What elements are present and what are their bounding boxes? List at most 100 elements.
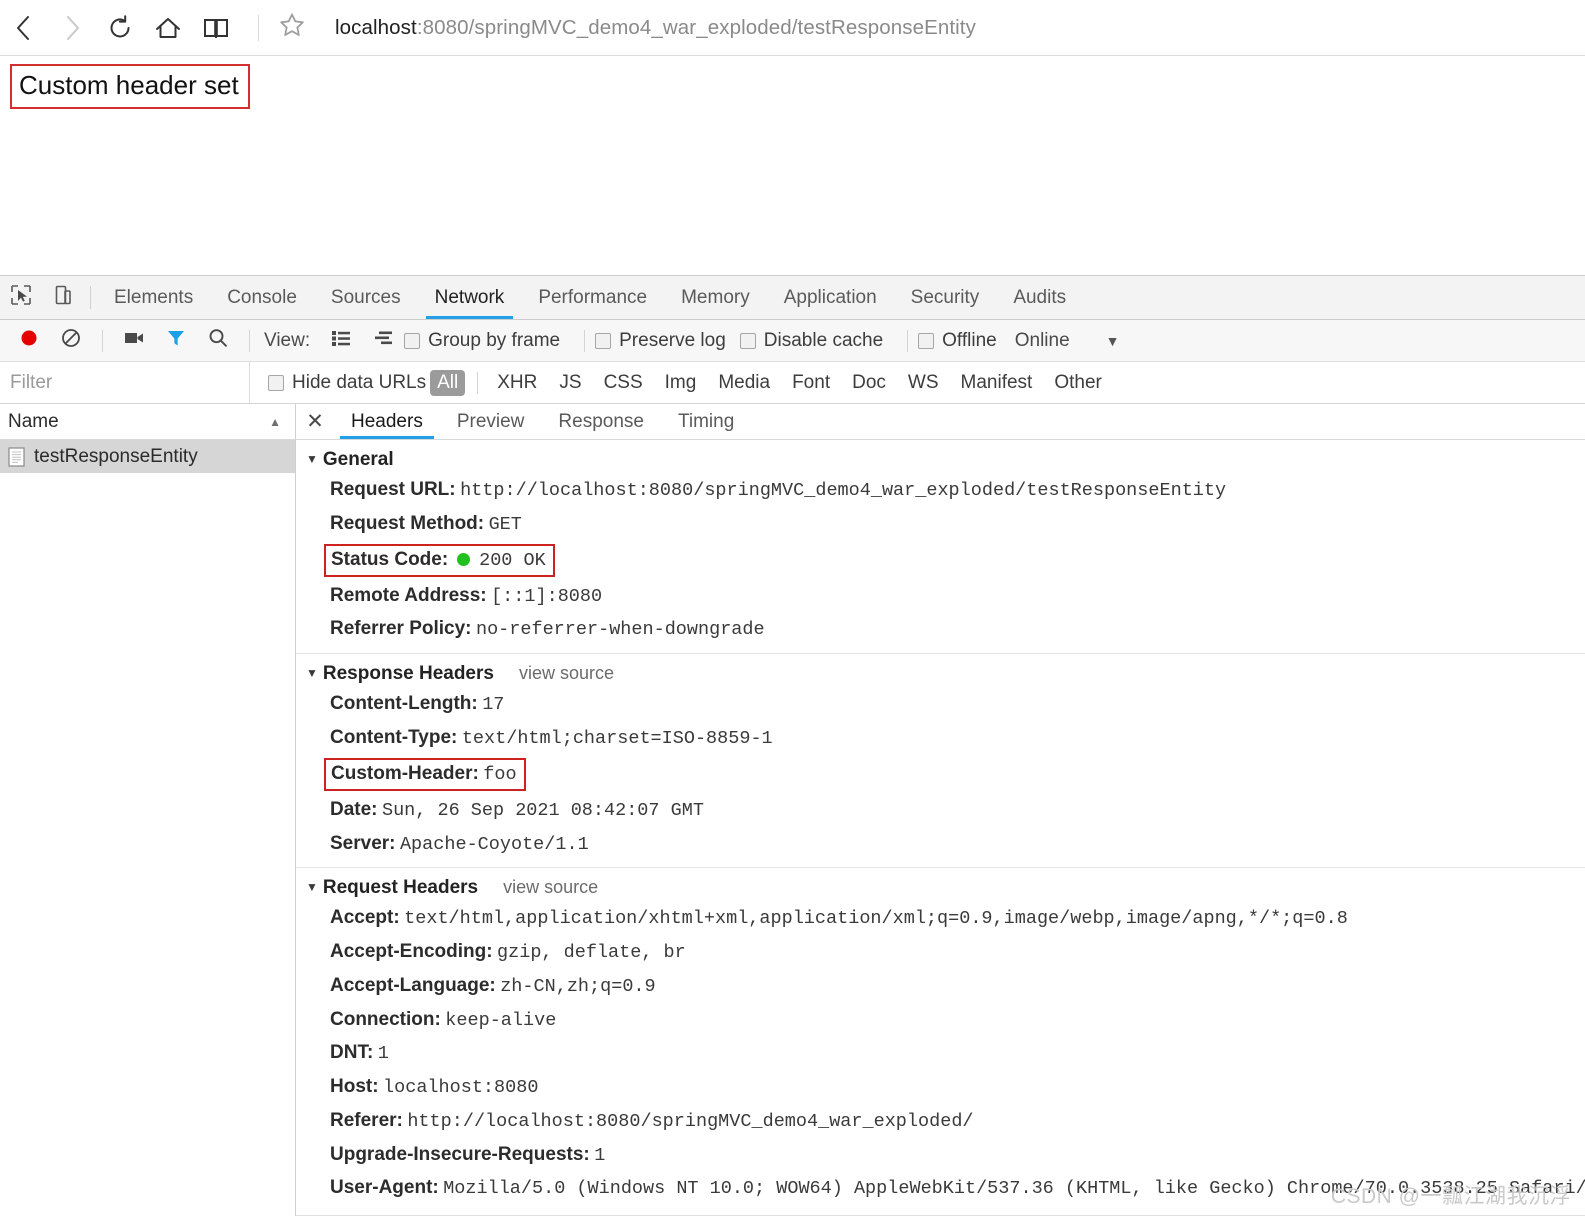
header-key: Content-Type: [330,726,458,748]
header-key: Upgrade-Insecure-Requests: [330,1143,590,1165]
header-key: Referrer Policy: [330,618,472,640]
devtools-tabstrip: Elements Console Sources Network Perform… [0,276,1585,320]
header-row: Referrer Policy: no-referrer-when-downgr… [296,615,1585,644]
type-filter-other[interactable]: Other [1047,370,1109,396]
type-filter-css[interactable]: CSS [597,370,650,396]
address-bar[interactable]: localhost:8080/springMVC_demo4_war_explo… [335,16,976,40]
tab-application[interactable]: Application [767,276,894,319]
header-value: no-referrer-when-downgrade [475,619,765,641]
view-waterfall-button[interactable] [362,320,404,362]
tab-security[interactable]: Security [894,276,997,319]
hide-data-urls-checkbox[interactable]: Hide data URLs [268,372,426,394]
header-key: Accept: [330,907,400,929]
tab-preview[interactable]: Preview [440,404,542,439]
capture-screenshots-button[interactable] [113,320,155,362]
table-row[interactable]: testResponseEntity [0,440,295,473]
view-label: View: [264,329,311,351]
header-value: Apache-Coyote/1.1 [399,833,589,855]
status-code-annotation: Status Code: 200 OK [324,543,555,577]
tab-timing[interactable]: Timing [661,404,751,439]
headers-content[interactable]: ▼ General Request URL: http://localhost:… [296,440,1585,1216]
url-path: :8080/springMVC_demo4_war_exploded/testR… [416,15,976,39]
header-key: Connection: [330,1008,441,1030]
section-header[interactable]: ▼ Request Headers view source [296,877,1585,899]
checkbox-box [404,332,421,349]
clear-button[interactable] [50,320,92,362]
header-key: Request URL: [330,479,456,500]
triangle-down-icon: ▼ [306,880,318,895]
tab-label: Security [910,286,980,308]
type-filter-doc[interactable]: Doc [845,370,893,396]
tab-audits[interactable]: Audits [996,276,1083,319]
sub-tab-label: Preview [456,410,525,432]
tab-performance[interactable]: Performance [521,276,664,319]
document-icon [8,446,25,467]
request-list-header[interactable]: Name ▲ [0,404,295,440]
section-title: Response Headers [322,663,494,685]
tab-response[interactable]: Response [541,404,661,439]
view-source-link[interactable]: view source [503,877,598,898]
online-throttle-label[interactable]: Online [1015,330,1070,352]
back-button[interactable] [0,4,48,52]
disable-cache-checkbox[interactable]: Disable cache [739,330,883,352]
tab-console[interactable]: Console [210,276,314,319]
header-row: Date: Sun, 26 Sep 2021 08:42:07 GMT [296,796,1585,825]
type-filter-ws[interactable]: WS [901,370,946,396]
type-filter-media[interactable]: Media [711,370,777,396]
type-filter-all[interactable]: All [430,369,466,396]
section-response-headers: ▼ Response Headers view source Content-L… [296,653,1585,867]
chevron-down-icon[interactable]: ▼ [1106,333,1120,349]
close-detail-button[interactable]: ✕ [296,404,334,439]
tab-memory[interactable]: Memory [664,276,767,319]
tab-headers[interactable]: Headers [334,404,440,439]
inspect-element-button[interactable] [0,276,42,319]
section-header[interactable]: ▼ Response Headers view source [296,663,1585,685]
offline-checkbox[interactable]: Offline [918,330,997,352]
header-row: Connection: keep-alive [296,1006,1585,1035]
header-value: localhost:8080 [383,1077,539,1098]
back-arrow-icon [11,13,37,43]
header-key: User-Agent: [330,1177,439,1199]
triangle-down-icon: ▼ [306,452,318,466]
reload-button[interactable] [96,4,144,52]
device-toolbar-button[interactable] [42,276,84,319]
reading-list-button[interactable] [192,4,240,52]
header-value: 1 [377,1043,389,1065]
offline-label: Offline [942,329,997,351]
tab-elements[interactable]: Elements [97,276,210,319]
home-button[interactable] [144,4,192,52]
view-list-button[interactable] [320,320,362,362]
type-filter-js[interactable]: JS [552,370,588,396]
bookmark-button[interactable] [269,5,315,51]
header-value: 200 OK [479,549,546,571]
type-filter-xhr[interactable]: XHR [490,370,544,396]
detail-tabstrip: ✕ Headers Preview Response Timing [296,404,1585,440]
section-title: Request Headers [322,877,479,899]
section-header[interactable]: ▼ General [296,449,1585,471]
header-row: Accept-Language: zh-CN,zh;q=0.9 [296,972,1585,1001]
header-value: [::1]:8080 [491,585,603,607]
header-key: Date: [330,798,378,820]
group-by-frame-checkbox[interactable]: Group by frame [404,330,560,352]
view-source-link[interactable]: view source [519,663,614,684]
header-row: Referer: http://localhost:8080/springMVC… [296,1107,1585,1136]
record-button[interactable] [8,320,50,362]
preserve-log-label: Preserve log [619,329,726,351]
forward-button[interactable] [48,4,96,52]
type-filter-font[interactable]: Font [785,370,837,396]
search-button[interactable] [197,320,239,362]
filter-toggle-button[interactable] [155,320,197,362]
tab-network[interactable]: Network [418,276,522,319]
type-filter-manifest[interactable]: Manifest [954,370,1040,396]
header-value: text/html,application/xhtml+xml,applicat… [404,908,1348,930]
type-filter-img[interactable]: Img [658,370,704,396]
section-general: ▼ General Request URL: http://localhost:… [296,440,1585,653]
header-value: http://localhost:8080/springMVC_demo4_wa… [407,1110,974,1132]
preserve-log-checkbox[interactable]: Preserve log [595,330,726,352]
tab-sources[interactable]: Sources [314,276,418,319]
filter-input[interactable] [0,362,250,403]
sub-tab-label: Response [558,410,644,432]
header-key: Content-Length: [330,693,478,715]
header-value: zh-CN,zh;q=0.9 [500,975,656,997]
control-divider-2 [249,329,250,352]
